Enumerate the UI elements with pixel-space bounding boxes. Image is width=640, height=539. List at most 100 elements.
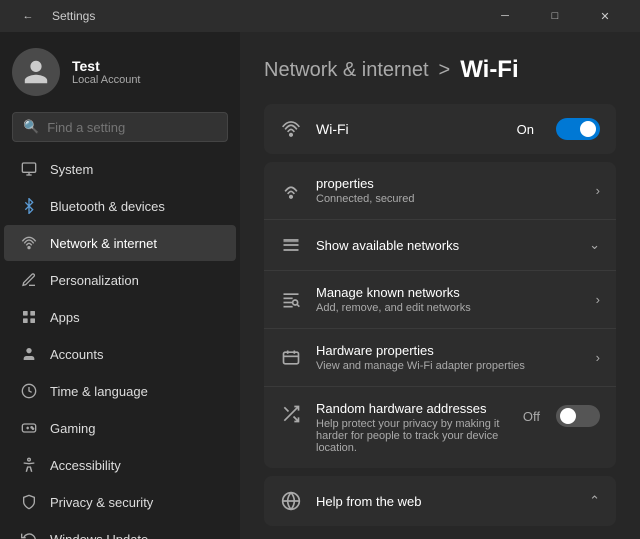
breadcrumb-parent: Network & internet <box>264 59 429 82</box>
wifi-main-icon <box>280 118 302 140</box>
hardware-title: Hardware properties <box>316 343 582 358</box>
sidebar-item-bluetooth[interactable]: Bluetooth & devices <box>4 188 236 224</box>
show-networks-icon <box>280 234 302 256</box>
system-icon <box>20 160 38 178</box>
help-item[interactable]: Help from the web ⌃ <box>264 476 616 526</box>
maximize-button[interactable]: □ <box>532 0 578 32</box>
accounts-icon <box>20 345 38 363</box>
sidebar-item-network[interactable]: Network & internet <box>4 225 236 261</box>
sidebar-item-time[interactable]: Time & language <box>4 373 236 409</box>
manage-networks-title: Manage known networks <box>316 285 582 300</box>
app-body: Test Local Account 🔍 System Bl <box>0 32 640 539</box>
user-type: Local Account <box>72 74 141 86</box>
wifi-label: Wi-Fi <box>316 121 503 137</box>
sidebar-item-system-label: System <box>50 162 93 177</box>
manage-networks-text: Manage known networks Add, remove, and e… <box>316 285 582 314</box>
hardware-right: › <box>596 350 600 365</box>
manage-networks-item[interactable]: Manage known networks Add, remove, and e… <box>264 271 616 329</box>
wifi-toggle-card: Wi-Fi On <box>264 104 616 154</box>
wifi-properties-sub: Connected, secured <box>316 193 582 205</box>
minimize-button[interactable]: ─ <box>482 0 528 32</box>
wifi-properties-right: › <box>596 183 600 198</box>
show-networks-item[interactable]: Show available networks ⌄ <box>264 220 616 271</box>
titlebar-controls: ─ □ ✕ <box>482 0 628 32</box>
random-right: Off <box>523 405 600 427</box>
toggle-thumb <box>580 121 596 137</box>
search-box[interactable]: 🔍 <box>12 112 228 142</box>
chevron-down-icon: ⌄ <box>589 237 600 253</box>
sidebar-item-apps[interactable]: Apps <box>4 299 236 335</box>
update-icon <box>20 530 38 539</box>
random-title: Random hardware addresses <box>316 401 509 416</box>
wifi-properties-item[interactable]: properties Connected, secured › <box>264 162 616 220</box>
user-info: Test Local Account <box>72 58 141 86</box>
bluetooth-icon <box>20 197 38 215</box>
chevron-right-icon-3: › <box>596 350 600 365</box>
manage-networks-right: › <box>596 292 600 307</box>
sidebar-nav: System Bluetooth & devices Network & int… <box>0 150 240 539</box>
wifi-properties-title: properties <box>316 176 582 191</box>
sidebar-item-system[interactable]: System <box>4 151 236 187</box>
sidebar-item-gaming-label: Gaming <box>50 421 96 436</box>
random-toggle-label: Off <box>523 409 540 424</box>
search-input[interactable] <box>47 120 223 135</box>
manage-networks-sub: Add, remove, and edit networks <box>316 302 582 314</box>
sidebar-item-accounts[interactable]: Accounts <box>4 336 236 372</box>
show-networks-right: ⌄ <box>589 237 600 253</box>
sidebar-item-network-label: Network & internet <box>50 236 157 251</box>
content-area: Network & internet > Wi-Fi Wi-Fi On <box>240 32 640 539</box>
gaming-icon <box>20 419 38 437</box>
manage-networks-icon <box>280 289 302 311</box>
search-icon: 🔍 <box>23 119 39 135</box>
random-hardware-item[interactable]: Random hardware addresses Help protect y… <box>264 387 616 468</box>
random-text: Random hardware addresses Help protect y… <box>316 401 509 454</box>
breadcrumb-separator: > <box>439 59 451 82</box>
titlebar: ← Settings ─ □ ✕ <box>0 0 640 32</box>
avatar <box>12 48 60 96</box>
user-icon <box>22 58 50 86</box>
back-button[interactable]: ← <box>12 0 44 32</box>
accessibility-icon <box>20 456 38 474</box>
user-name: Test <box>72 58 141 74</box>
wifi-toggle-row[interactable]: Wi-Fi On <box>264 104 616 154</box>
sidebar-item-time-label: Time & language <box>50 384 148 399</box>
personalization-icon <box>20 271 38 289</box>
random-icon <box>280 403 302 425</box>
random-toggle-thumb <box>560 408 576 424</box>
wifi-toggle[interactable] <box>556 118 600 140</box>
sidebar-item-apps-label: Apps <box>50 310 80 325</box>
help-card: Help from the web ⌃ <box>264 476 616 526</box>
help-chevron-icon: ⌃ <box>589 493 600 509</box>
privacy-icon <box>20 493 38 511</box>
sidebar-item-privacy-label: Privacy & security <box>50 495 153 510</box>
hardware-icon <box>280 347 302 369</box>
wifi-properties-text: properties Connected, secured <box>316 176 582 205</box>
sidebar-item-windows-update[interactable]: Windows Update <box>4 521 236 539</box>
page-header: Network & internet > Wi-Fi <box>264 56 616 84</box>
help-label: Help from the web <box>316 494 422 509</box>
network-icon <box>20 234 38 252</box>
close-button[interactable]: ✕ <box>582 0 628 32</box>
sidebar-item-accounts-label: Accounts <box>50 347 103 362</box>
user-profile[interactable]: Test Local Account <box>0 32 240 108</box>
apps-icon <box>20 308 38 326</box>
show-networks-text: Show available networks <box>316 238 575 253</box>
sidebar-item-accessibility[interactable]: Accessibility <box>4 447 236 483</box>
hardware-sub: View and manage Wi-Fi adapter properties <box>316 360 582 372</box>
sidebar: Test Local Account 🔍 System Bl <box>0 32 240 539</box>
sidebar-item-personalization[interactable]: Personalization <box>4 262 236 298</box>
hardware-properties-item[interactable]: Hardware properties View and manage Wi-F… <box>264 329 616 387</box>
random-sub: Help protect your privacy by making it h… <box>316 418 509 454</box>
sidebar-item-privacy[interactable]: Privacy & security <box>4 484 236 520</box>
chevron-right-icon: › <box>596 183 600 198</box>
titlebar-title: Settings <box>52 9 95 23</box>
show-networks-title: Show available networks <box>316 238 575 253</box>
wifi-properties-icon <box>280 180 302 202</box>
sidebar-item-bluetooth-label: Bluetooth & devices <box>50 199 165 214</box>
sidebar-item-gaming[interactable]: Gaming <box>4 410 236 446</box>
sidebar-item-accessibility-label: Accessibility <box>50 458 121 473</box>
chevron-right-icon-2: › <box>596 292 600 307</box>
random-toggle[interactable] <box>556 405 600 427</box>
sidebar-item-update-label: Windows Update <box>50 532 148 539</box>
titlebar-left: ← Settings <box>12 0 95 32</box>
